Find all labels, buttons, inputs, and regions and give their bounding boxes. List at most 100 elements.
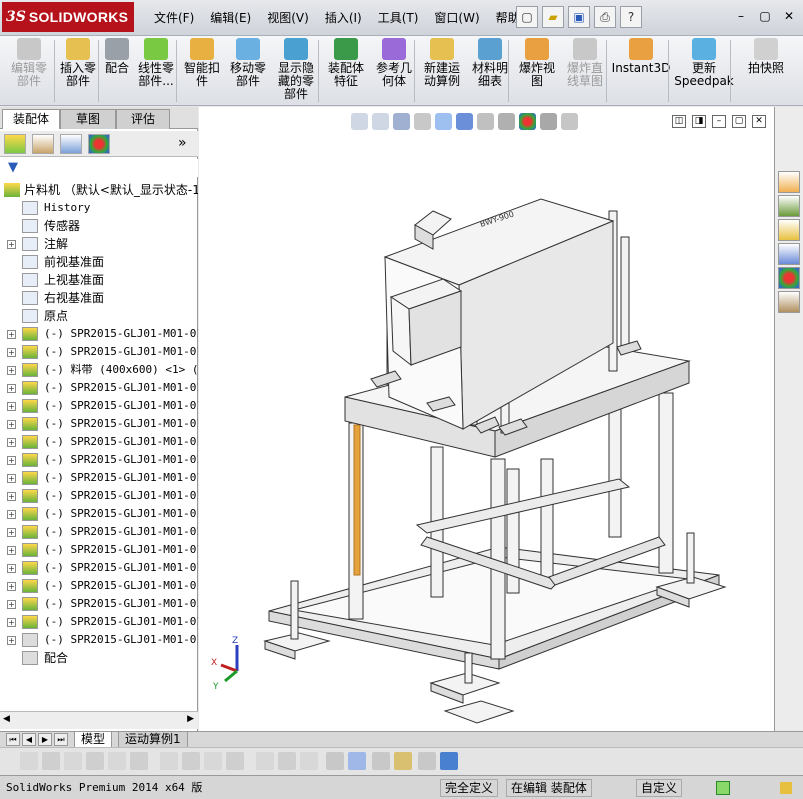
expand-icon[interactable]: + <box>7 420 16 429</box>
display-mode-icon[interactable] <box>440 752 458 770</box>
filter-icon[interactable]: ▼ <box>8 160 18 175</box>
tree-item[interactable]: 上视基准面 <box>0 271 198 289</box>
menu-item-5[interactable]: 窗口(W) <box>426 10 487 26</box>
tree-item[interactable]: + (-) SPR2015-GLJ01-M01-01-A <box>0 433 198 451</box>
tree-item[interactable]: + (-) 料带 (400x600) <1> (默 <box>0 361 198 379</box>
expand-icon[interactable]: + <box>7 330 16 339</box>
expand-icon[interactable]: + <box>7 636 16 645</box>
view-palette-icon[interactable] <box>778 243 800 265</box>
dimension-icon[interactable] <box>394 752 412 770</box>
ribbon-button-14[interactable]: 更新 Speedpak <box>672 38 736 88</box>
design-library-icon[interactable] <box>778 195 800 217</box>
tree-item[interactable]: + (-) SPR2015-GLJ01-M01-01-B <box>0 559 198 577</box>
expand-icon[interactable]: + <box>7 492 16 501</box>
expand-icon[interactable]: + <box>7 240 16 249</box>
expand-icon[interactable]: + <box>7 384 16 393</box>
tree-item[interactable]: 原点 <box>0 307 198 325</box>
expand-icon[interactable]: + <box>7 348 16 357</box>
circle-icon[interactable] <box>42 752 60 770</box>
menu-item-4[interactable]: 工具(T) <box>370 10 427 26</box>
display-manager-icon[interactable] <box>88 134 110 154</box>
open-folder-icon[interactable]: ▰ <box>542 6 564 28</box>
cube-icon[interactable] <box>348 752 366 770</box>
expand-icon[interactable]: + <box>7 528 16 537</box>
construction-icon[interactable] <box>278 752 296 770</box>
tab-evaluate[interactable]: 评估 <box>116 109 170 129</box>
tree-item[interactable]: History <box>0 199 198 217</box>
arc-icon[interactable] <box>86 752 104 770</box>
tree-item[interactable]: + 注解 <box>0 235 198 253</box>
first-tab-icon[interactable]: ⏮ <box>6 733 20 746</box>
line-icon[interactable] <box>64 752 82 770</box>
expand-icon[interactable]: + <box>7 564 16 573</box>
file-explorer-icon[interactable] <box>778 219 800 241</box>
expand-chevron-icon[interactable]: » <box>178 135 187 151</box>
ribbon-button-10[interactable]: 材料明 细表 <box>466 38 514 88</box>
move-entity-icon[interactable] <box>372 752 390 770</box>
mirror-icon[interactable] <box>226 752 244 770</box>
home-icon[interactable] <box>778 171 800 193</box>
next-tab-icon[interactable]: ▶ <box>38 733 52 746</box>
close-icon[interactable]: ✕ <box>781 8 797 24</box>
expand-icon[interactable]: + <box>7 438 16 447</box>
expand-icon[interactable]: + <box>7 546 16 555</box>
expand-icon[interactable]: + <box>7 618 16 627</box>
tab-assembly[interactable]: 装配体 <box>2 109 60 129</box>
feature-tree-icon[interactable] <box>4 134 26 154</box>
tree-item[interactable]: + (-) SPR2015-GLJ01-M01-01-A <box>0 487 198 505</box>
trim-icon[interactable] <box>160 752 178 770</box>
tree-item[interactable]: + (-) SPR2015-GLJ01-M01-01-A <box>0 343 198 361</box>
menu-item-1[interactable]: 编辑(E) <box>202 10 259 26</box>
expand-icon[interactable]: + <box>7 456 16 465</box>
rectangle-icon[interactable] <box>130 752 148 770</box>
scroll-left-icon[interactable]: ◀ <box>3 714 10 724</box>
tree-item[interactable]: + (-) SPR2015-GLJ01-M01-01-B <box>0 613 198 631</box>
ribbon-button-11[interactable]: 爆炸视图 <box>514 38 560 88</box>
help-status-icon[interactable] <box>716 781 730 795</box>
print-icon[interactable]: ⎙ <box>594 6 616 28</box>
relation-icon[interactable] <box>326 752 344 770</box>
tree-item[interactable]: + (-) SPR2015-GLJ01-M01-01-B <box>0 631 198 649</box>
ribbon-button-8[interactable]: 参考几 何体 <box>370 38 418 88</box>
menu-item-3[interactable]: 插入(I) <box>317 10 370 26</box>
sketch-fillet-icon[interactable] <box>256 752 274 770</box>
tree-item[interactable]: 配合 <box>0 649 198 667</box>
custom-units-status[interactable]: 自定义 <box>636 779 683 797</box>
ribbon-button-12[interactable]: 爆炸直 线草图 <box>560 38 610 88</box>
tree-item[interactable]: 传感器 <box>0 217 198 235</box>
restore-icon[interactable]: ▢ <box>757 8 773 24</box>
tree-item[interactable]: + (-) SPR2015-GLJ01-M01-01-A <box>0 505 198 523</box>
tab-motion-study[interactable]: 运动算例1 <box>118 732 188 748</box>
tree-item[interactable]: + (-) SPR2015-GLJ01-M01-01-B <box>0 595 198 613</box>
menu-item-0[interactable]: 文件(F) <box>146 10 202 26</box>
tree-item[interactable]: + (-) SPR2015-GLJ01-M01-01-B <box>0 577 198 595</box>
tree-item[interactable]: + (-) SPR2015-GLJ01-M01-01-A <box>0 451 198 469</box>
extend-icon[interactable] <box>182 752 200 770</box>
new-document-icon[interactable]: ▢ <box>516 6 538 28</box>
help-icon[interactable]: ? <box>620 6 642 28</box>
expand-icon[interactable]: + <box>7 600 16 609</box>
configuration-manager-icon[interactable] <box>60 134 82 154</box>
appearances-icon[interactable] <box>778 267 800 289</box>
machine-3d-model[interactable]: BWY-900 Z X Y <box>199 107 774 731</box>
tree-item[interactable]: + (-) SPR2015-GLJ01-M01-01-A <box>0 397 198 415</box>
ribbon-button-13[interactable]: Instant3D <box>610 38 672 75</box>
tree-root[interactable]: 片料机 （默认<默认_显示状态-1 <box>0 181 198 199</box>
ribbon-button-1[interactable]: 插入零 部件 <box>56 38 100 88</box>
point-icon[interactable] <box>20 752 38 770</box>
expand-icon[interactable]: + <box>7 510 16 519</box>
solidworks-logo[interactable]: 3S SOLIDWORKS <box>2 2 134 32</box>
tree-item[interactable]: 右视基准面 <box>0 289 198 307</box>
tree-item[interactable]: + (-) SPR2015-GLJ01-M01-01-A <box>0 325 198 343</box>
horizontal-scrollbar[interactable]: ◀ ▶ <box>0 711 198 729</box>
ribbon-button-7[interactable]: 装配体 特征 <box>322 38 370 88</box>
scroll-right-icon[interactable]: ▶ <box>187 714 194 724</box>
tree-item[interactable]: + (-) SPR2015-GLJ01-M01-01-A <box>0 523 198 541</box>
tab-model[interactable]: 模型 <box>74 732 113 748</box>
tree-item[interactable]: + (-) SPR2015-GLJ01-M01-01-A <box>0 415 198 433</box>
resize-grip-icon[interactable] <box>780 782 792 794</box>
tree-item[interactable]: 前视基准面 <box>0 253 198 271</box>
spline-icon[interactable] <box>108 752 126 770</box>
ribbon-button-6[interactable]: 显示隐 藏的零 部件 <box>270 38 322 101</box>
ribbon-button-15[interactable]: 拍快照 <box>736 38 796 75</box>
